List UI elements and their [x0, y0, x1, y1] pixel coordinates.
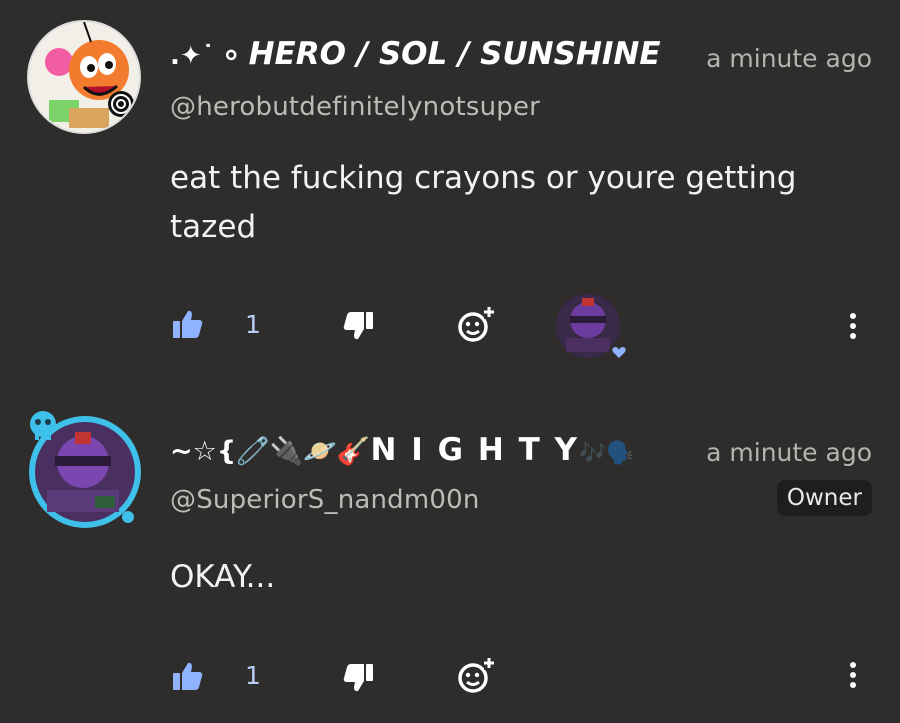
thumbs-down-icon	[343, 664, 373, 692]
name-prefix: .✦˙ ⸰	[170, 41, 239, 71]
more-options-button[interactable]	[848, 313, 858, 341]
comment-text: OKAY...	[170, 559, 276, 595]
avatar-nighty[interactable]	[25, 410, 145, 530]
creator-heart-avatar	[556, 294, 629, 362]
dislike-button[interactable]	[342, 662, 374, 694]
name-prefix: ~☆{🧷🔌🪐🎸	[170, 436, 371, 467]
add-reaction-icon	[458, 305, 495, 342]
avatar-image	[29, 22, 139, 132]
thumbs-up-icon	[173, 310, 203, 338]
name-suffix: 🎶🗣️	[578, 441, 634, 466]
more-options-button[interactable]	[848, 662, 858, 690]
like-button[interactable]	[172, 308, 204, 340]
like-count: 1	[245, 661, 261, 690]
like-button[interactable]	[172, 660, 204, 692]
display-name[interactable]: .✦˙ ⸰ HERO / SOL / SUNSHINE	[170, 36, 661, 72]
more-vert-icon	[850, 662, 856, 668]
thumbs-up-icon	[173, 662, 203, 690]
timestamp: a minute ago	[706, 438, 872, 467]
comment-text: eat the fucking crayons or youre getting…	[170, 160, 797, 245]
timestamp: a minute ago	[706, 44, 872, 73]
like-count: 1	[245, 310, 261, 339]
owner-badge: Owner	[776, 480, 872, 516]
add-reaction-button[interactable]	[456, 655, 496, 695]
name-text: N I G H T Y	[370, 432, 579, 468]
user-handle[interactable]: @SuperiorS_nandm00n	[170, 485, 480, 515]
dislike-button[interactable]	[342, 310, 374, 342]
more-vert-icon	[850, 313, 856, 319]
add-reaction-button[interactable]	[456, 304, 496, 344]
avatar-hero[interactable]	[27, 20, 141, 134]
avatar-image	[29, 411, 141, 528]
user-handle[interactable]: @herobutdefinitelynotsuper	[170, 92, 540, 122]
thumbs-down-icon	[343, 312, 373, 340]
name-text: HERO / SOL / SUNSHINE	[248, 36, 661, 72]
creator-avatar-image	[556, 294, 629, 362]
add-reaction-icon	[458, 656, 495, 693]
display-name[interactable]: ~☆{🧷🔌🪐🎸N I G H T Y🎶🗣️	[170, 432, 634, 468]
